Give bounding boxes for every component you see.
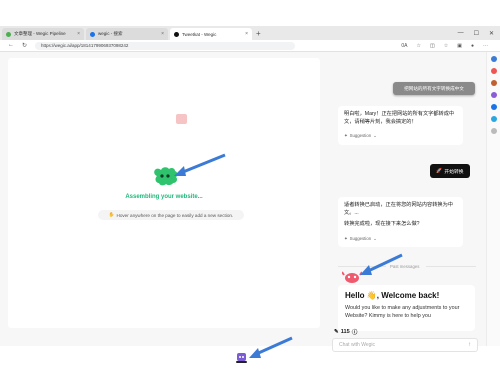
placeholder-block [176,114,187,124]
tab-2[interactable]: Tweetkat - Wegic × [170,28,252,40]
assembling-status: Assembling your website... [125,194,203,200]
chevron-down-icon: ⌄ [373,133,377,138]
credits-badge[interactable]: ✎ 115 ⓘ [334,328,357,336]
sparkle-icon: ✦ [344,235,348,241]
hand-icon: ✋ [108,212,115,217]
close-icon[interactable]: × [161,31,164,37]
reload-icon[interactable]: ↻ [22,42,27,49]
close-icon[interactable]: × [77,31,80,37]
sparkle-icon: ✦ [344,133,348,138]
window-controls: — ☐ ✕ [458,30,500,40]
tab-1[interactable]: wegic - 搜索 × [86,28,168,40]
annotation-arrow [360,253,403,275]
website-canvas[interactable]: Assembling your website... ✋ Hover anywhe… [8,58,320,328]
favicon-icon [174,31,179,37]
pen-icon: ✎ [334,329,339,335]
profile-icon[interactable]: ● [471,43,474,49]
welcome-card: Hello 👋, Welcome back! Would you like to… [338,285,475,331]
bag-icon[interactable] [490,80,497,86]
divider [426,266,476,267]
page-content: Assembling your website... ✋ Hover anywhe… [0,52,486,363]
chat-input[interactable]: Chat with Wegic ↑ [332,338,478,352]
browser-window: 文章整理 - Wegic Pipeline × wegic - 搜索 × Tweet… [0,26,500,363]
minimize-icon[interactable]: — [458,30,464,37]
start-convert-button[interactable]: 🚀 开始转换 [430,164,470,178]
tab-0[interactable]: 文章整理 - Wegic Pipeline × [2,28,84,40]
hover-hint: ✋ Hover anywhere on the page to easily ad… [98,210,244,220]
maximize-icon[interactable]: ☐ [474,30,479,37]
outlook-icon[interactable] [490,104,497,110]
chat-panel: 把网站的所有文字转换成中文 明白啦，Mary！正在把网站的所有文字都转成中文，请… [330,52,486,352]
more-icon[interactable]: ⋯ [483,43,488,49]
address-bar: ← ↻ https://wegic.ai/app/181417990693709… [0,40,500,52]
welcome-body: Would you like to make any adjustments t… [345,305,460,319]
favicon-icon [90,31,95,37]
zoom-indicator[interactable]: 0A [401,43,407,49]
favicon-icon [6,31,11,37]
search-icon[interactable] [490,56,497,62]
split-icon[interactable]: ◫ [430,43,435,49]
chevron-down-icon: ⌄ [373,235,377,241]
suggestion-toggle[interactable]: ✦ Suggestion ⌄ [344,235,457,243]
convert-language-button[interactable]: 把网站的所有文字转换成中文 [393,82,475,95]
url-input[interactable]: https://wegic.ai/app/1814179906937098242 [35,41,296,50]
new-tab-button[interactable]: + [256,28,261,40]
star-icon[interactable]: ☆ [417,43,421,49]
assistant-message: 明白啦，Mary！正在把网站的所有文字都转成中文，请稍等片刻，我会搞定的！ ✦ S… [338,106,463,145]
add-icon[interactable] [490,128,497,134]
info-icon: ⓘ [351,330,358,336]
games-icon[interactable] [490,92,497,98]
suggestion-toggle[interactable]: ✦ Suggestion ⌄ [344,132,457,140]
welcome-title: Hello 👋, Welcome back! [345,291,440,300]
close-window-icon[interactable]: ✕ [489,30,494,37]
sidebar-toolbar [486,52,500,346]
edge-icon[interactable] [490,116,497,122]
annotation-arrow [174,153,226,176]
back-icon[interactable]: ← [8,42,14,49]
assistant-message: 适者转换已启动，正在将您的网站内容转换为中文。... 转换完成啦，现在接下来怎么… [338,197,463,247]
annotation-arrow [249,336,293,358]
close-icon[interactable]: × [245,31,248,37]
send-icon[interactable]: ↑ [468,342,471,348]
tag-icon[interactable] [490,68,497,74]
tab-strip: 文章整理 - Wegic Pipeline × wegic - 搜索 × Tweet… [0,26,500,40]
favorites-icon[interactable]: ☆ [444,43,448,49]
rocket-icon: 🚀 [436,168,443,174]
collections-icon[interactable]: ▣ [457,43,462,49]
